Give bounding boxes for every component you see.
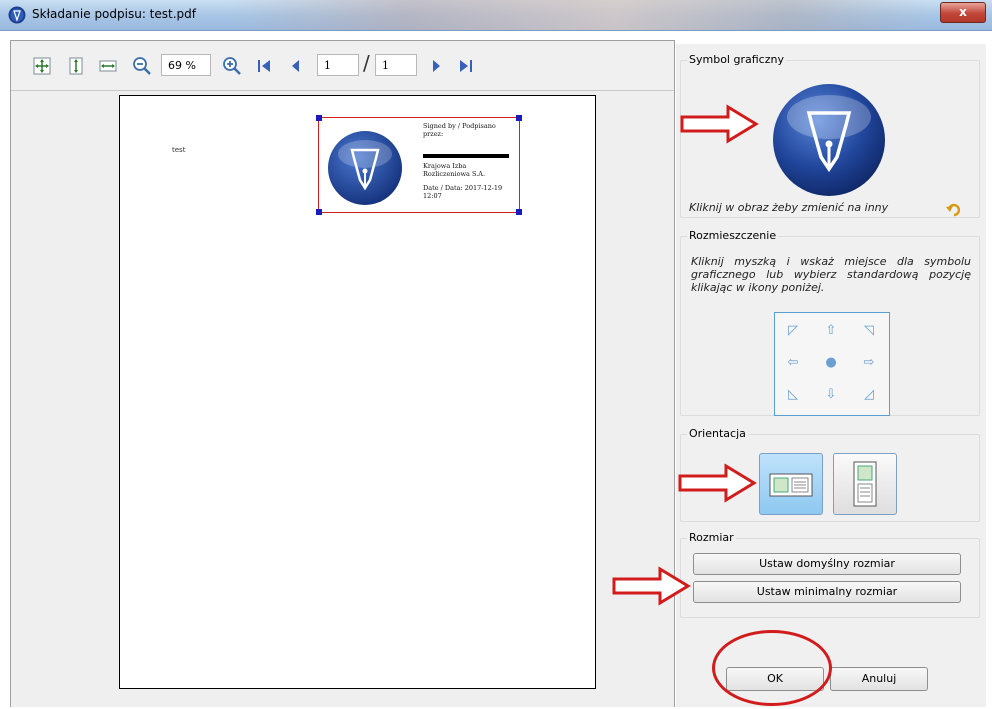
fit-width-icon[interactable] bbox=[97, 55, 119, 77]
orientation-group-title: Orientacja bbox=[687, 427, 748, 440]
position-right-icon[interactable]: ⇨ bbox=[859, 353, 879, 373]
position-top-right-icon[interactable]: ◹ bbox=[859, 321, 879, 341]
position-bottom-right-icon[interactable]: ◿ bbox=[859, 385, 879, 405]
position-center-icon[interactable]: ● bbox=[821, 353, 841, 373]
position-top-icon[interactable]: ⇧ bbox=[821, 321, 841, 341]
fit-page-icon[interactable] bbox=[31, 55, 53, 77]
zoom-in-icon[interactable] bbox=[221, 55, 243, 77]
close-button[interactable]: x bbox=[940, 2, 986, 23]
resize-handle[interactable] bbox=[516, 115, 522, 121]
size-group: Rozmiar Ustaw domyślny rozmiar Ustaw min… bbox=[680, 531, 980, 618]
annotation-arrow-icon bbox=[612, 566, 691, 606]
placement-hint: Kliknij myszką i wskaż miejsce dla symbo… bbox=[691, 255, 971, 294]
placement-group: Rozmieszczenie Kliknij myszką i wskaż mi… bbox=[680, 229, 980, 416]
prev-page-icon[interactable] bbox=[285, 55, 307, 77]
minimal-size-button[interactable]: Ustaw minimalny rozmiar bbox=[693, 581, 961, 603]
signature-pen-logo bbox=[328, 131, 402, 205]
zoom-out-icon[interactable] bbox=[131, 55, 153, 77]
orientation-horizontal-button[interactable] bbox=[759, 453, 823, 515]
preview-toolbar: 69 % 1 / 1 bbox=[11, 41, 674, 90]
resize-handle[interactable] bbox=[316, 209, 322, 215]
annotation-highlight-ellipse bbox=[712, 630, 832, 706]
vertical-layout-icon bbox=[853, 461, 877, 507]
resize-handle[interactable] bbox=[516, 209, 522, 215]
position-bottom-icon[interactable]: ⇩ bbox=[821, 385, 841, 405]
title-bar-background bbox=[230, 0, 930, 30]
signature-text: Date / Data: 2017-12-19 bbox=[423, 184, 503, 192]
last-page-icon[interactable] bbox=[455, 55, 477, 77]
next-page-icon[interactable] bbox=[425, 55, 447, 77]
signature-text: Signed by / Podpisano bbox=[423, 122, 496, 130]
signature-text: 12:07 bbox=[423, 192, 442, 200]
zoom-level-field[interactable]: 69 % bbox=[161, 54, 211, 76]
app-logo-icon bbox=[8, 6, 26, 24]
page-body-text: test bbox=[172, 146, 186, 154]
signature-text: przez: bbox=[423, 130, 444, 138]
fit-height-icon[interactable] bbox=[65, 55, 87, 77]
document-page[interactable]: test Signed by / Podpisano przez: Krajow… bbox=[119, 95, 596, 689]
signature-redacted-name bbox=[423, 154, 509, 158]
position-bottom-left-icon[interactable]: ◺ bbox=[783, 385, 803, 405]
orientation-vertical-button[interactable] bbox=[833, 453, 897, 515]
document-preview-pane: 69 % 1 / 1 test Signed by / Podpisano pr… bbox=[10, 40, 675, 707]
position-top-left-icon[interactable]: ◸ bbox=[783, 321, 803, 341]
symbol-group-title: Symbol graficzny bbox=[687, 53, 786, 66]
default-size-button[interactable]: Ustaw domyślny rozmiar bbox=[693, 553, 961, 575]
signature-text: Rozliczeniowa S.A. bbox=[423, 170, 486, 178]
horizontal-layout-icon bbox=[769, 473, 813, 497]
total-pages-field: 1 bbox=[375, 54, 417, 76]
cancel-button[interactable]: Anuluj bbox=[830, 667, 928, 691]
page-preview-area[interactable]: test Signed by / Podpisano przez: Krajow… bbox=[11, 90, 674, 707]
annotation-arrow-icon bbox=[678, 463, 757, 503]
symbol-change-hint: Kliknij w obraz żeby zmienić na inny bbox=[689, 201, 889, 214]
annotation-arrow-icon bbox=[680, 104, 759, 144]
undo-icon[interactable] bbox=[945, 201, 963, 219]
page-separator: / bbox=[363, 51, 370, 75]
position-left-icon[interactable]: ⇦ bbox=[783, 353, 803, 373]
first-page-icon[interactable] bbox=[253, 55, 275, 77]
signature-placement-box[interactable]: Signed by / Podpisano przez: Krajowa Izb… bbox=[316, 115, 522, 215]
resize-handle[interactable] bbox=[316, 115, 322, 121]
placement-group-title: Rozmieszczenie bbox=[687, 229, 779, 242]
signature-symbol-image[interactable] bbox=[770, 81, 888, 199]
size-group-title: Rozmiar bbox=[687, 531, 736, 544]
position-picker: ◸ ⇧ ◹ ⇦ ● ⇨ ◺ ⇩ ◿ bbox=[774, 312, 890, 416]
current-page-field[interactable]: 1 bbox=[317, 54, 359, 76]
window-title: Składanie podpisu: test.pdf bbox=[32, 7, 196, 21]
title-bar: Składanie podpisu: test.pdf x bbox=[0, 0, 992, 31]
signature-text: Krajowa Izba bbox=[423, 162, 467, 170]
